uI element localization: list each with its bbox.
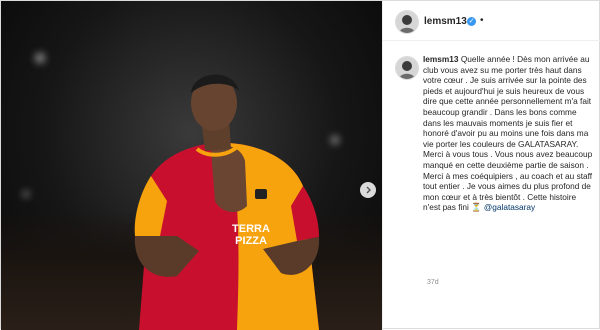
post-sidebar: lemsm13 ✓ • lemsm13 Quelle année ! Dès m… bbox=[382, 1, 600, 330]
post-header: lemsm13 ✓ • bbox=[383, 1, 600, 41]
jersey-sponsor-line-2: PIZZA bbox=[235, 235, 267, 247]
avatar-image bbox=[396, 57, 418, 79]
chevron-right-icon bbox=[366, 186, 371, 194]
post-caption: lemsm13 Quelle année ! Dès mon arrivée a… bbox=[423, 54, 595, 213]
profile-avatar[interactable] bbox=[395, 10, 419, 34]
caption-text: Quelle année ! Dès mon arrivée au club v… bbox=[423, 54, 593, 213]
header-username[interactable]: lemsm13 bbox=[424, 16, 467, 27]
caption-avatar[interactable] bbox=[395, 56, 419, 80]
next-photo-button[interactable] bbox=[360, 182, 376, 198]
jersey-sponsor: TERRA PIZZA bbox=[221, 223, 281, 247]
avatar-image bbox=[396, 11, 418, 33]
instagram-post: TERRA PIZZA lemsm13 ✓ • lemsm13 Quelle a… bbox=[0, 0, 600, 330]
verified-badge-icon: ✓ bbox=[467, 17, 476, 26]
post-timestamp[interactable]: 37d bbox=[427, 279, 439, 286]
header-separator: • bbox=[480, 15, 484, 26]
caption-username[interactable]: lemsm13 bbox=[423, 54, 459, 64]
caption-mention-link[interactable]: @galatasaray bbox=[484, 202, 535, 212]
jersey-sponsor-line-1: TERRA bbox=[232, 223, 270, 235]
hourglass-icon: ⏳ bbox=[471, 202, 482, 213]
player-illustration bbox=[134, 74, 320, 330]
post-photo[interactable]: TERRA PIZZA bbox=[1, 1, 382, 330]
